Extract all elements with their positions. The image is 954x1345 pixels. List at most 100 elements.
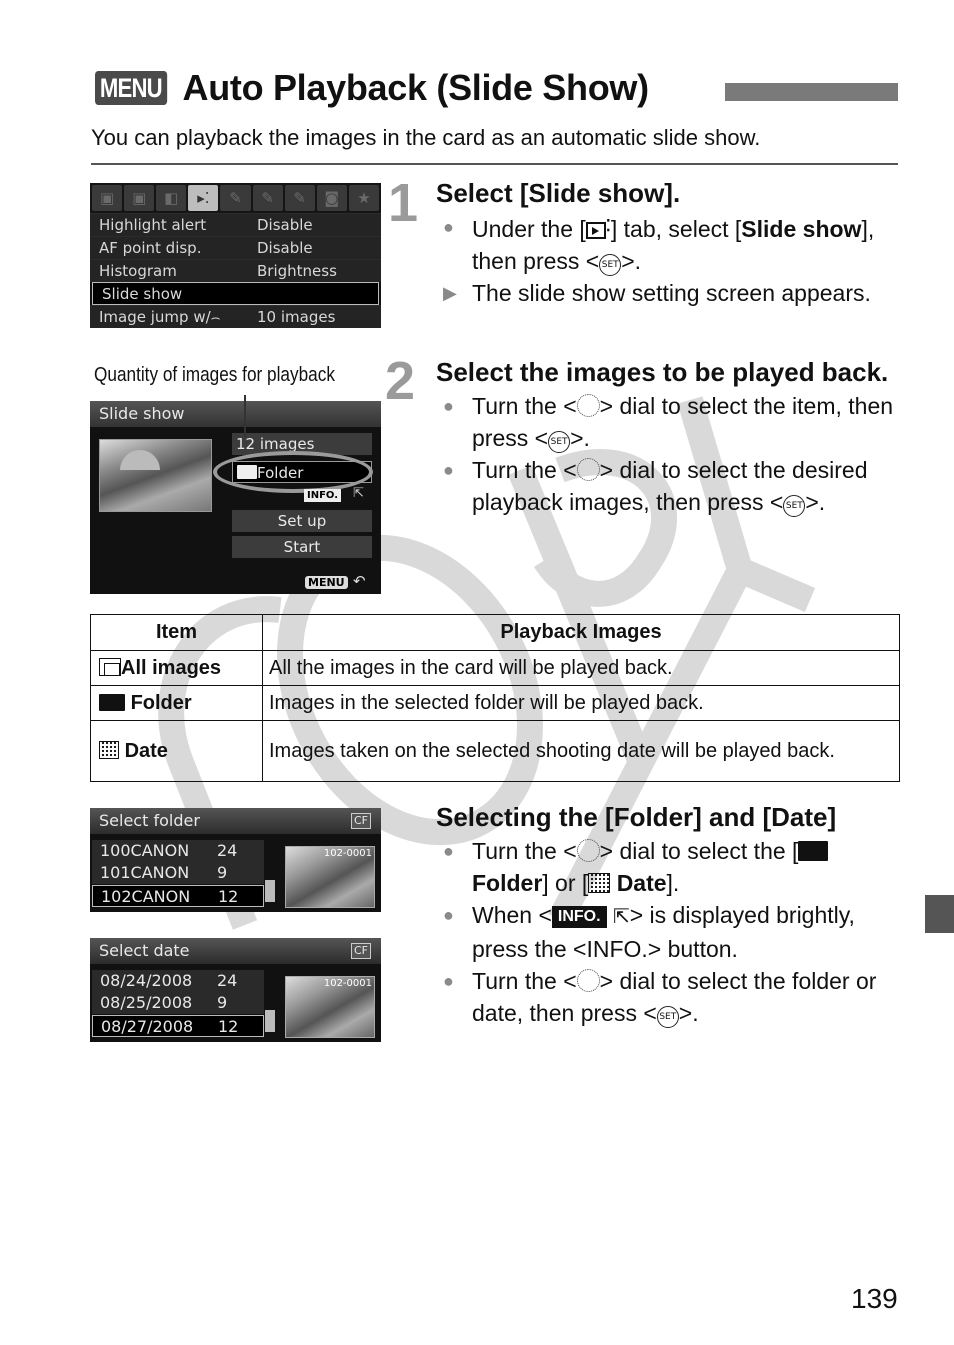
result-arrow-icon: ▶ [443, 283, 457, 303]
thumbnail-file-number: 102-0001 [323, 978, 372, 989]
text: >. [570, 425, 590, 451]
column-header-playback-images: Playback Images [262, 614, 900, 651]
info-badge-icon: INFO. [551, 906, 607, 928]
slide-show-term: Slide show [741, 216, 862, 242]
chapter-tab-marker [925, 895, 954, 933]
step-1-result: ▶ The slide show setting screen appears. [436, 277, 896, 309]
menu-row-label: AF point disp. [99, 239, 202, 257]
date-value: 08/25/2008 [100, 993, 193, 1012]
select-folder-screen: Select folder CF 100CANON 24 101CANON 9 102… [90, 808, 381, 912]
text: > dial to select the [ [599, 838, 799, 864]
select-arrow-icon: ⇱ [353, 486, 364, 501]
live-view-tab-icon: ◙ [316, 185, 347, 211]
quick-control-dial-icon [576, 458, 600, 481]
info-chip: INFO. [304, 489, 342, 502]
cf-card-icon: CF [350, 943, 371, 959]
set-button-icon: SET [548, 431, 571, 453]
step-2-bullet: ● Turn the < > dial to select the desired… [436, 454, 901, 518]
date-icon [99, 740, 119, 759]
date-row: 08/24/2008 24 [92, 970, 264, 992]
folder-name: 100CANON [100, 841, 190, 860]
date-row-selected: 08/27/2008 12 [92, 1015, 264, 1037]
page-number: 139 [851, 1283, 898, 1314]
menu-row-image-jump: Image jump w/⌢ 10 images [90, 305, 381, 328]
table-header-row: Item Playback Images [90, 614, 900, 651]
start-option: Start [232, 536, 372, 558]
return-arrow-icon: ↶ [353, 572, 366, 590]
bullet-dot-icon: ● [443, 971, 454, 991]
bullet-dot-icon: ● [443, 841, 454, 861]
page-title: Auto Playback (Slide Show) [182, 67, 650, 108]
highlight-ellipse [213, 451, 373, 493]
folder-date-section: Selecting the [Folder] and [Date] ● Turn… [436, 800, 901, 1029]
set-button-icon: SET [656, 1006, 679, 1028]
screen-title: Select date [99, 941, 190, 960]
image-count: 24 [217, 971, 238, 990]
bullet-dot-icon: ● [443, 905, 454, 925]
playback-images-table: Item Playback Images All images All the … [90, 614, 900, 782]
date-row: 08/25/2008 9 [92, 992, 264, 1014]
thumbnail-file-number: 102-0001 [323, 848, 372, 859]
text: Turn the < [472, 968, 577, 994]
image-thumbnail [99, 439, 212, 512]
date-term: Date [616, 870, 667, 896]
title-decoration-bar [725, 83, 898, 101]
image-count: 12 [218, 887, 239, 906]
shooting-1-tab-icon: ▣ [92, 185, 123, 211]
quantity-caption: Quantity of images for playback [94, 364, 335, 386]
folder-icon [99, 693, 125, 711]
step-1-bullet: ● Under the [⁚] tab, select [Slide show]… [436, 211, 896, 277]
setup-1-tab-icon: ✎ [220, 185, 251, 211]
text: >. [805, 489, 826, 515]
step-2-title: Select the images to be played back. [436, 357, 889, 387]
text: When < [472, 902, 552, 928]
text: >. [678, 1000, 699, 1026]
menu-row-label: Highlight alert [99, 216, 207, 234]
menu-tabs: ▣ ▣ ◧ ▸⁚ ✎ ✎ ✎ ◙ ★ [90, 183, 381, 213]
section-bullet: ● Turn the < > dial to select the [ Folde… [436, 835, 901, 899]
text: > button. [647, 936, 738, 962]
screen-title: Select folder [99, 811, 200, 830]
playback-tab-icon [585, 222, 606, 239]
text: ] or [ [542, 870, 589, 896]
date-value: 08/27/2008 [101, 1017, 194, 1036]
all-images-icon [99, 657, 121, 676]
text: ] tab, select [ [610, 216, 742, 242]
menu-row-histogram: Histogram Brightness [90, 259, 381, 282]
step-1-number: 1 [388, 173, 419, 233]
header-divider [91, 163, 898, 165]
shooting-2-tab-icon: ▣ [124, 185, 155, 211]
set-button-icon: SET [599, 254, 622, 276]
screen-title: Slide show [90, 401, 381, 427]
quick-control-dial-icon [576, 969, 600, 992]
playback-1-tab-icon: ◧ [156, 185, 187, 211]
folder-term: Folder [472, 870, 543, 896]
camera-menu-screen: ▣ ▣ ◧ ▸⁚ ✎ ✎ ✎ ◙ ★ Highlight alert Disab… [90, 183, 381, 328]
text: The slide show setting screen appears. [472, 280, 871, 306]
table-row: Folder Images in the selected folder wil… [90, 685, 900, 721]
menu-button-icon: MENU [305, 576, 348, 589]
folder-name: 102CANON [101, 887, 191, 906]
folder-icon [798, 841, 829, 861]
cf-card-icon: CF [350, 813, 371, 829]
section-bullet: ● Turn the < > dial to select the folder … [436, 965, 901, 1029]
menu-row-slide-show: Slide show [92, 282, 379, 305]
date-icon [588, 873, 611, 893]
item-label: Folder [130, 691, 192, 714]
intro-text: You can playback the images in the card … [91, 125, 761, 150]
text: >. [621, 248, 642, 274]
selection-marker [265, 1010, 275, 1032]
image-count: 12 [218, 1017, 239, 1036]
folder-row-selected: 102CANON 12 [92, 885, 264, 907]
menu-badge-icon: MENU [95, 71, 167, 105]
text: Turn the < [472, 457, 577, 483]
folder-name: 101CANON [100, 863, 190, 882]
folder-row: 100CANON 24 [92, 840, 264, 862]
setup-option: Set up [232, 510, 372, 532]
menu-row-value: Brightness [257, 262, 337, 280]
column-header-item: Item [90, 614, 263, 651]
item-description: Images taken on the selected shooting da… [262, 720, 900, 782]
quick-control-dial-icon [576, 839, 600, 862]
slide-show-screen: Slide show 12 images Folder INFO. ⇱ Set … [90, 401, 381, 594]
menu-row-highlight-alert: Highlight alert Disable [90, 213, 381, 236]
